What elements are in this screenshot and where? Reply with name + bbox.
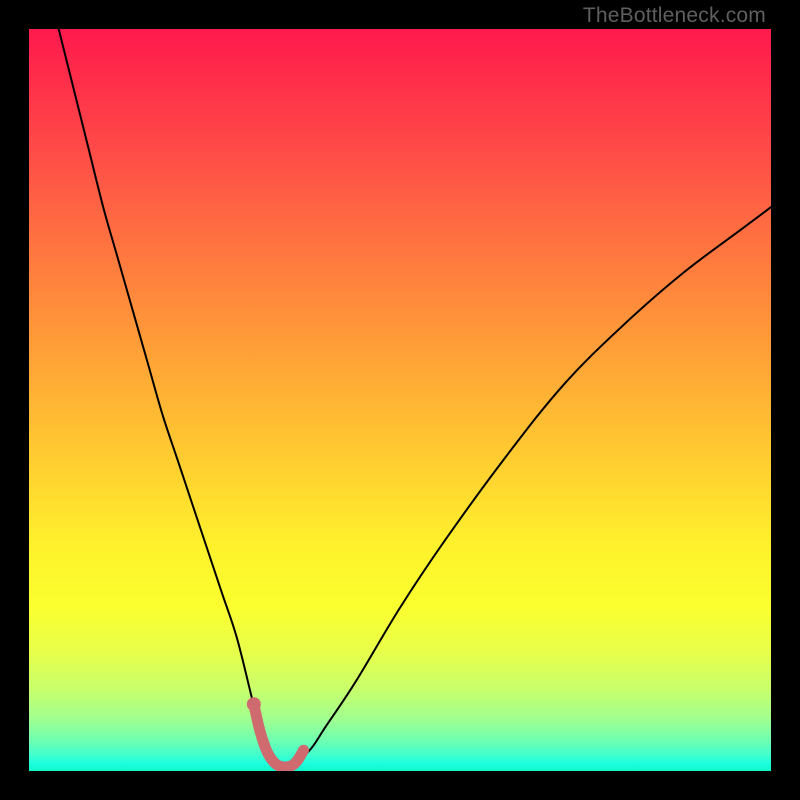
optimal-region-highlight xyxy=(254,704,304,767)
optimal-region-marker-dot xyxy=(247,697,261,711)
bottleneck-curve-svg xyxy=(29,29,771,771)
chart-frame: TheBottleneck.com xyxy=(0,0,800,800)
plot-area xyxy=(29,29,771,771)
watermark-text: TheBottleneck.com xyxy=(583,4,766,28)
bottleneck-curve xyxy=(59,29,771,767)
